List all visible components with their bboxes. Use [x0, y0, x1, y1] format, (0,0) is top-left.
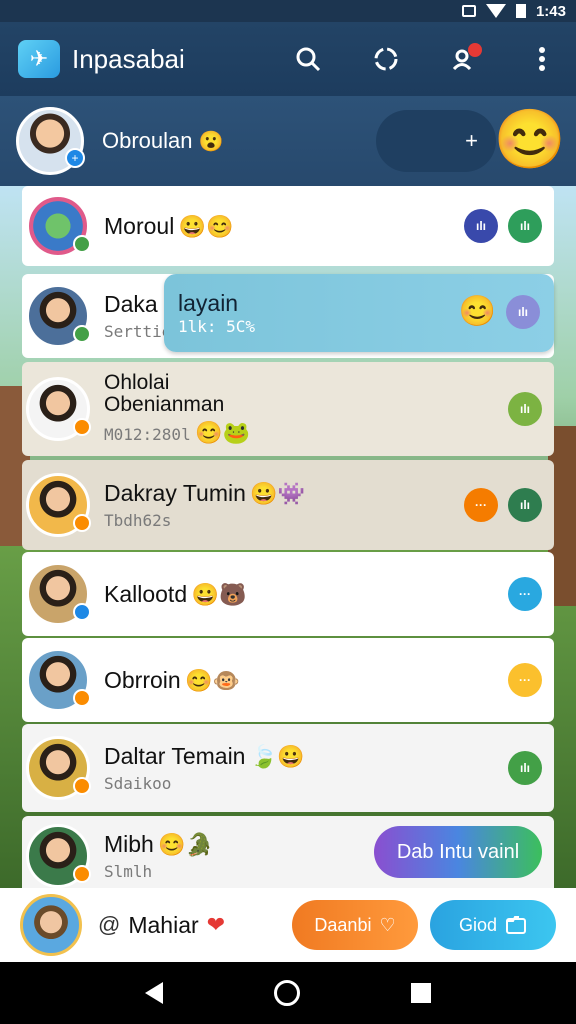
avatar[interactable] — [20, 894, 82, 956]
avatar[interactable] — [26, 377, 91, 441]
secondary-action-label: Giod — [458, 914, 498, 935]
wifi-icon — [485, 4, 506, 18]
back-icon[interactable] — [145, 982, 164, 1004]
heart-icon[interactable]: ❤ — [207, 912, 225, 938]
unread-badge[interactable]: ılı — [508, 392, 542, 426]
new-chat-button[interactable]: + — [376, 110, 496, 172]
profile-emoji: 😮 — [198, 130, 224, 153]
notification-badge — [468, 43, 482, 57]
avatar[interactable] — [26, 473, 91, 537]
popup-emoji: 😊 — [458, 295, 496, 328]
chat-emojis: 😊🐸 — [195, 420, 250, 445]
secondary-action-button[interactable]: Giod — [430, 900, 556, 950]
status-dot — [73, 418, 91, 436]
chat-preview: Sdaikoo — [104, 774, 172, 793]
app-logo-icon: ✈ — [18, 40, 60, 78]
status-bar: 1:43 — [0, 0, 576, 22]
status-icon — [374, 47, 398, 71]
chat-emojis: 😀👾 — [250, 481, 306, 506]
status-time: 1:43 — [535, 2, 566, 20]
list-item[interactable]: Ohlolai Obenianman M012:280l 😊🐸 ılı — [22, 362, 554, 456]
chat-preview: Tbdh62s — [104, 511, 172, 530]
unread-badge[interactable]: ılı — [508, 488, 542, 522]
status-dot — [73, 235, 91, 253]
status-button[interactable] — [366, 39, 406, 79]
unread-badge[interactable]: ılı — [506, 294, 540, 329]
primary-action-label: Daanbi — [314, 914, 372, 935]
avatar[interactable] — [26, 194, 91, 258]
unread-badge[interactable]: ılı — [508, 751, 542, 785]
avatar[interactable] — [26, 648, 91, 712]
more-vert-icon — [539, 47, 545, 71]
unread-badge[interactable]: ··· — [508, 577, 542, 611]
avatar[interactable] — [26, 736, 91, 800]
status-dot — [73, 325, 91, 343]
unread-badge[interactable]: ılı — [464, 209, 498, 243]
floating-action-chip[interactable]: Dab Intu vainl — [374, 826, 542, 878]
profile-name: Obroulan — [102, 128, 193, 153]
app-bar: ✈ Inpasabai — [0, 22, 576, 113]
folder-icon — [506, 916, 527, 934]
chat-name: Moroul — [104, 212, 175, 239]
chat-emojis: 🍃😀 — [249, 744, 305, 769]
heart-icon: ♡ — [379, 914, 396, 935]
chat-list[interactable]: Moroul 😀😊 ılı ılı Daka Serttie Ohlolai O… — [0, 186, 576, 888]
recents-icon[interactable] — [410, 983, 431, 1003]
battery-icon — [515, 4, 526, 18]
chat-preview: Slmlh — [104, 862, 153, 881]
chat-preview: Serttie — [104, 322, 172, 341]
unread-badge[interactable]: ılı — [508, 209, 542, 243]
mention-icon[interactable]: @ — [98, 912, 120, 938]
list-item[interactable]: Daltar Temain 🍃😀 Sdaikoo ılı — [22, 724, 554, 812]
search-icon — [296, 47, 321, 72]
chat-emojis: 😊🐵 — [185, 667, 240, 693]
profile-bar[interactable]: + Obroulan 😮 + 😊 — [0, 96, 576, 186]
chat-name: Mibh — [104, 831, 154, 857]
list-item[interactable]: Obrroin 😊🐵 ··· — [22, 638, 554, 722]
current-user-name: Mahiar — [128, 911, 199, 938]
chat-preview: M012:280l — [104, 425, 191, 444]
list-item[interactable]: Kallootd 😀🐻 ··· — [22, 552, 554, 636]
more-menu-button[interactable] — [522, 39, 562, 79]
message-popup[interactable]: layain 1lk: 5C% 😊 ılı — [164, 274, 554, 352]
chat-name: Obrroin — [104, 666, 181, 693]
status-dot — [73, 514, 91, 532]
list-item[interactable]: Dakray Tumin 😀👾 Tbdh62s ··· ılı — [22, 460, 554, 550]
system-nav-bar — [0, 962, 576, 1024]
list-item[interactable]: Moroul 😀😊 ılı ılı — [22, 186, 554, 266]
search-button[interactable] — [288, 39, 328, 79]
unread-badge[interactable]: ··· — [464, 488, 498, 522]
sticker-icon[interactable]: 😊 — [494, 108, 566, 172]
avatar[interactable]: + — [16, 107, 85, 175]
chat-name: Daka — [104, 291, 158, 317]
status-dot — [73, 603, 91, 621]
avatar[interactable] — [26, 824, 91, 888]
chat-emojis: 😀😊 — [178, 213, 234, 239]
chat-name: Dakray Tumin — [104, 480, 246, 506]
status-dot — [73, 865, 91, 883]
chat-emojis: 😀🐻 — [191, 581, 247, 607]
home-icon[interactable] — [273, 980, 300, 1006]
unread-badge[interactable]: ··· — [508, 663, 542, 697]
primary-action-button[interactable]: Daanbi ♡ — [292, 900, 418, 950]
bottom-bar: @ Mahiar ❤ Daanbi ♡ Giod — [0, 888, 576, 962]
add-icon[interactable]: + — [65, 148, 85, 168]
notifications-button[interactable] — [444, 39, 484, 79]
plus-icon: + — [465, 128, 478, 153]
chat-name: Ohlolai Obenianman — [104, 371, 225, 416]
chat-emojis: 😊🐊 — [158, 832, 214, 857]
app-title: Inpasabai — [72, 43, 185, 74]
chat-name: Kallootd — [104, 580, 188, 607]
status-dot — [73, 689, 91, 707]
avatar[interactable] — [26, 562, 91, 626]
chat-name: Daltar Temain — [104, 743, 246, 769]
status-dot — [73, 777, 91, 795]
avatar[interactable] — [26, 284, 91, 348]
sim-icon — [461, 5, 476, 17]
